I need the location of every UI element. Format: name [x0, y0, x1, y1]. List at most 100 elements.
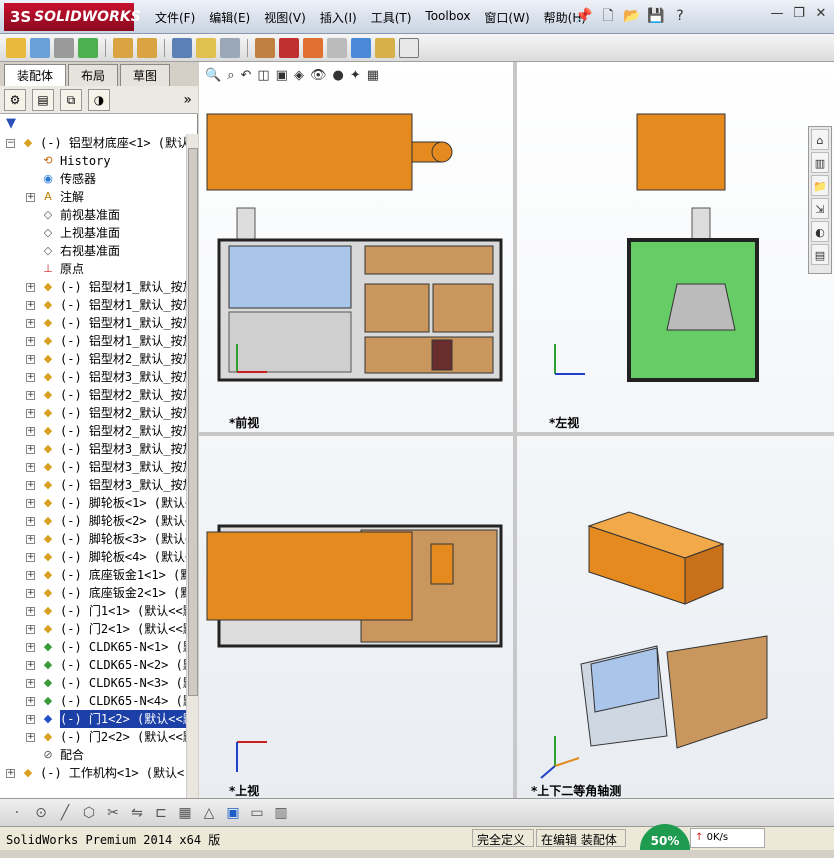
menu-toolbox[interactable]: Toolbox — [418, 9, 477, 26]
property-manager-icon[interactable]: ▤ — [32, 88, 54, 111]
open-folder-icon[interactable]: 📂 — [623, 6, 641, 26]
move-component-icon[interactable] — [113, 37, 133, 58]
expand-icon[interactable]: + — [26, 373, 35, 382]
tree-item[interactable]: + ◆ (-) 脚轮板<4> (默认< — [0, 548, 186, 566]
appearances-icon[interactable]: ◐ — [811, 221, 829, 242]
expand-icon[interactable]: + — [26, 355, 35, 364]
tree-item[interactable]: + ◆ (-) 铝型材2_默认_按加 — [0, 350, 186, 368]
tree-item[interactable]: + ◆ (-) 脚轮板<3> (默认< — [0, 530, 186, 548]
grid-icon[interactable]: ▦ — [176, 805, 194, 821]
sketch-icon[interactable] — [375, 37, 395, 58]
tree-item[interactable]: + ◆ (-) 门2<2> (默认<<默 — [0, 728, 186, 746]
wireframe-icon[interactable]: ▥ — [272, 805, 290, 821]
tree-item[interactable]: ◇ 前视基准面 — [0, 206, 186, 224]
expand-icon[interactable]: + — [26, 661, 35, 670]
tree-item[interactable]: + A 注解 — [0, 188, 186, 206]
custom-properties-icon[interactable]: ▤ — [811, 244, 829, 265]
expand-icon[interactable]: + — [26, 625, 35, 634]
tree-item[interactable]: + ◆ (-) 底座钣金1<1> (默 — [0, 566, 186, 584]
graphics-area[interactable]: 🔍 ⌕ ↶ ◫ ▣ ◈ 👁 ● ✦ ▦ *前视 *左视 *上视 *上下二等角轴测… — [199, 62, 834, 798]
tab-layout[interactable]: 布局 — [68, 64, 119, 86]
tree-item[interactable]: + ◆ (-) 脚轮板<2> (默认< — [0, 512, 186, 530]
tree-item[interactable]: + ◆ (-) 铝型材2_默认_按加 — [0, 422, 186, 440]
tab-sketch[interactable]: 草图 — [120, 64, 171, 86]
save-icon[interactable]: 💾 — [647, 6, 665, 26]
measure-icon[interactable] — [327, 37, 347, 58]
expand-icon[interactable]: + — [26, 553, 35, 562]
tab-assembly[interactable]: 装配体 — [4, 64, 67, 86]
exploded-view-icon[interactable] — [279, 37, 299, 58]
tree-item[interactable]: + ◆ (-) 铝型材1_默认_按加 — [0, 332, 186, 350]
expand-icon[interactable]: + — [26, 391, 35, 400]
new-part-icon[interactable] — [30, 37, 50, 58]
tree-item[interactable]: + ◆ (-) CLDK65-N<2> (默 — [0, 656, 186, 674]
display-manager-icon[interactable]: ◑ — [88, 88, 110, 111]
pin-icon[interactable]: 📌 — [575, 6, 593, 26]
expand-icon[interactable]: + — [26, 499, 35, 508]
triangle-icon[interactable]: △ — [200, 805, 218, 821]
instant3d-icon[interactable] — [351, 37, 371, 58]
tree-item[interactable]: + ◆ (-) CLDK65-N<4> (默 — [0, 692, 186, 710]
solidworks-logo[interactable]: 3S SOLIDWORKS — [4, 3, 141, 31]
drawing-icon[interactable] — [399, 37, 419, 58]
expand-icon[interactable]: + — [26, 643, 35, 652]
scrollbar-thumb[interactable] — [188, 148, 198, 696]
tree-item[interactable]: + ◆ (-) 铝型材3_默认_按加 — [0, 476, 186, 494]
feature-tree-icon[interactable]: ⚙ — [4, 88, 26, 111]
tree-item[interactable]: + ◆ (-) 铝型材2_默认_按加 — [0, 404, 186, 422]
tree-item[interactable]: + ◆ (-) 铝型材1_默认_按加 — [0, 278, 186, 296]
tree-item[interactable]: ⊘ 配合 — [0, 746, 186, 764]
expand-icon[interactable]: + — [26, 607, 35, 616]
expand-icon[interactable]: + — [26, 193, 35, 202]
tree-item[interactable]: + ◆ (-) 门1<1> (默认<<默 — [0, 602, 186, 620]
shaded-view-icon[interactable]: ▣ — [224, 805, 242, 821]
minimize-icon[interactable]: — — [770, 6, 784, 21]
rotate-component-icon[interactable] — [137, 37, 157, 58]
home-icon[interactable]: ⌂ — [811, 129, 829, 150]
expand-icon[interactable]: + — [26, 733, 35, 742]
insert-component-icon[interactable] — [6, 37, 26, 58]
expand-icon[interactable]: + — [26, 427, 35, 436]
polygon-icon[interactable]: ⬡ — [80, 805, 98, 821]
tree-item[interactable]: + ◆ (-) 铝型材1_默认_按加 — [0, 296, 186, 314]
menu-file[interactable]: 文件(F) — [148, 9, 202, 26]
expand-icon[interactable]: + — [26, 481, 35, 490]
top-viewport[interactable] — [199, 436, 513, 798]
trim-icon[interactable]: ✂ — [104, 805, 122, 821]
expand-panel-icon[interactable]: » — [183, 92, 192, 108]
menu-view[interactable]: 视图(V) — [257, 9, 313, 26]
help-icon[interactable]: ? — [671, 6, 689, 26]
view-palette-icon[interactable]: ⇲ — [811, 198, 829, 219]
expand-icon[interactable]: + — [26, 337, 35, 346]
offset-icon[interactable]: ⊏ — [152, 805, 170, 821]
isometric-viewport[interactable] — [517, 436, 834, 798]
restore-icon[interactable]: ❐ — [792, 6, 806, 21]
expand-icon[interactable]: + — [6, 769, 15, 778]
tree-item[interactable]: + ◆ (-) 门1<2> (默认<<默 — [0, 710, 186, 728]
tree-item[interactable]: + ◆ (-) CLDK65-N<1> (默 — [0, 638, 186, 656]
collapse-icon[interactable]: − — [6, 139, 15, 148]
expand-icon[interactable]: + — [26, 445, 35, 454]
circle-icon[interactable]: ⊙ — [32, 805, 50, 821]
expand-icon[interactable]: + — [26, 409, 35, 418]
mate-icon[interactable] — [54, 37, 74, 58]
interference-check-icon[interactable] — [255, 37, 275, 58]
tree-item[interactable]: + ◆ (-) 门2<1> (默认<<默 — [0, 620, 186, 638]
tree-item[interactable]: ◇ 右视基准面 — [0, 242, 186, 260]
configuration-manager-icon[interactable]: ⧉ — [60, 88, 82, 111]
mirror-icon[interactable]: ⇋ — [128, 805, 146, 821]
expand-icon[interactable]: + — [26, 715, 35, 724]
tree-scrollbar[interactable] — [186, 134, 198, 798]
tree-item[interactable]: + ◆ (-) 铝型材3_默认_按加 — [0, 440, 186, 458]
expand-icon[interactable]: + — [26, 301, 35, 310]
close-icon[interactable]: ✕ — [814, 6, 828, 21]
tree-item[interactable]: + ◆ (-) 脚轮板<1> (默认< — [0, 494, 186, 512]
expand-icon[interactable]: + — [26, 571, 35, 580]
expand-icon[interactable]: + — [26, 463, 35, 472]
tree-item[interactable]: ◉ 传感器 — [0, 170, 186, 188]
filter-icon[interactable]: ▼ — [6, 116, 16, 131]
tree-item[interactable]: ⊥ 原点 — [0, 260, 186, 278]
tree-item[interactable]: ⟲ History — [0, 152, 186, 170]
expand-icon[interactable]: + — [26, 283, 35, 292]
menu-edit[interactable]: 编辑(E) — [202, 9, 257, 26]
